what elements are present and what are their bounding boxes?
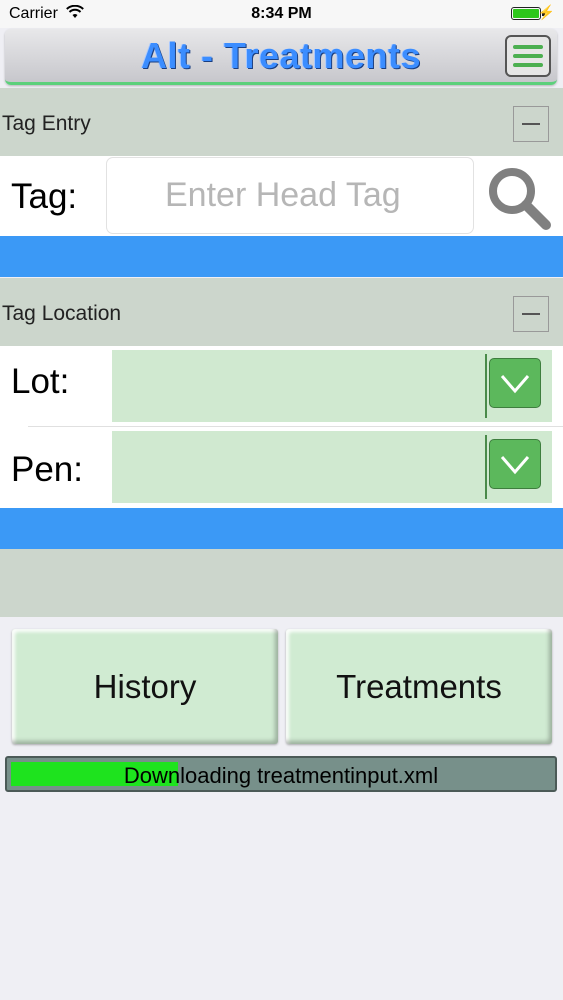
- treatments-button[interactable]: Treatments: [286, 629, 552, 744]
- collapse-tag-location-button[interactable]: [513, 296, 549, 332]
- tag-entry-header[interactable]: Tag Entry: [0, 88, 563, 156]
- title-bar: Alt - Treatments: [5, 29, 557, 85]
- minus-icon: [522, 313, 540, 315]
- magnifier-search-icon[interactable]: [484, 163, 554, 233]
- head-tag-input[interactable]: Enter Head Tag: [106, 157, 474, 234]
- row-divider: [28, 426, 563, 427]
- progress-text: Downloading treatmentinput.xml: [123, 763, 439, 788]
- chevron-down-icon: [500, 456, 530, 475]
- page-title: Alt - Treatments: [140, 35, 422, 76]
- tag-location-header[interactable]: Tag Location: [0, 278, 563, 346]
- lot-dropdown-button[interactable]: [489, 358, 541, 408]
- status-bar: Carrier 8:34 PM ⚡: [0, 0, 563, 28]
- charging-bolt-icon: ⚡: [537, 4, 555, 20]
- minus-icon: [522, 123, 540, 125]
- clock: 8:34 PM: [251, 5, 312, 22]
- tag-location-label: Tag Location: [2, 302, 122, 325]
- battery-icon: [511, 7, 545, 20]
- blue-divider-band: [0, 508, 563, 549]
- blue-divider-band: [0, 236, 563, 277]
- lot-label: Lot:: [11, 362, 70, 401]
- pen-select[interactable]: [112, 431, 552, 503]
- collapse-tag-entry-button[interactable]: [513, 106, 549, 142]
- download-progress-bar: Downloading treatmentinput.xml: [5, 756, 557, 792]
- pen-dropdown-button[interactable]: [489, 439, 541, 489]
- empty-panel: [0, 549, 563, 617]
- lot-select[interactable]: [112, 350, 552, 422]
- chevron-down-icon: [500, 375, 530, 394]
- tag-entry-label: Tag Entry: [2, 112, 91, 135]
- pen-label: Pen:: [11, 450, 83, 489]
- history-button[interactable]: History: [12, 629, 278, 744]
- menu-button[interactable]: [505, 35, 551, 77]
- tag-label: Tag:: [11, 177, 78, 216]
